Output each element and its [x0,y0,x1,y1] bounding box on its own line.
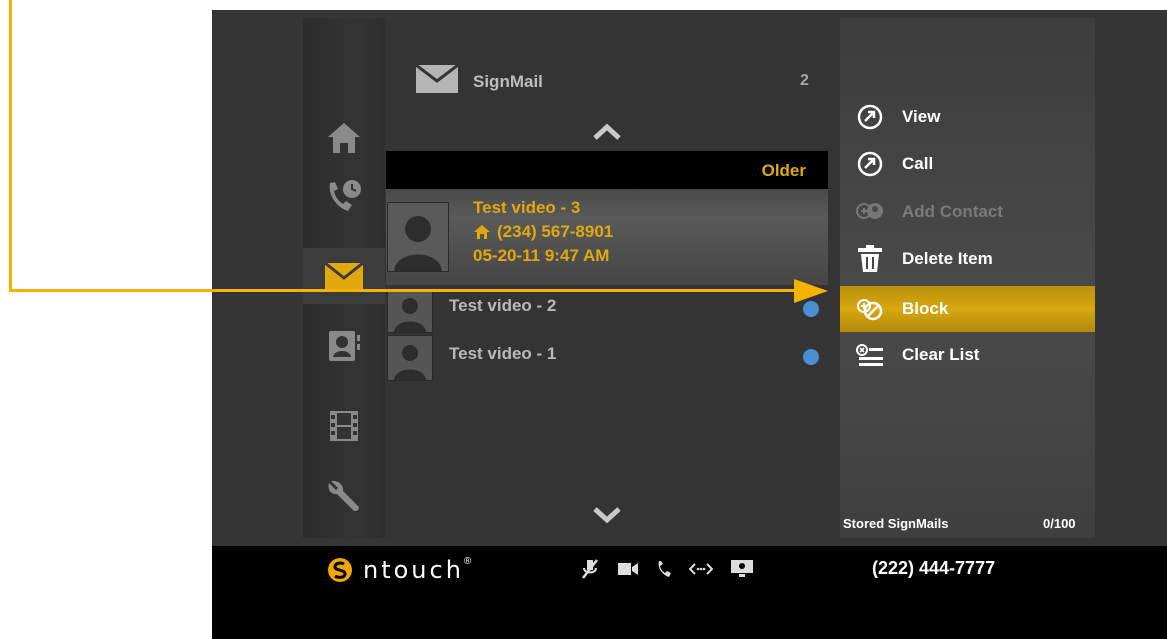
clear-list-icon [852,340,888,370]
display-icon [731,560,753,577]
unread-indicator-icon [803,349,819,365]
selected-item-phone-row: (234) 567-8901 [473,222,613,242]
network-icon [689,563,713,575]
menu-item-view[interactable]: View [840,94,1095,140]
block-icon [852,294,888,324]
contact-avatar [387,335,433,381]
stored-signmails-count: 0/100 [1043,516,1076,531]
brand-logo: ntouch ® [327,556,471,584]
add-contact-icon [852,197,888,227]
mic-muted-icon [582,559,598,579]
callout-line-vertical [9,0,12,292]
video-camera-icon [618,563,638,575]
stored-signmails-label: Stored SignMails [843,516,949,531]
arrow-circle-icon [852,149,888,179]
menu-item-label: View [902,107,941,126]
call-history-icon[interactable] [303,168,385,224]
selected-item-datetime: 05-20-11 9:47 AM [473,246,610,265]
scroll-up-chevron-icon[interactable] [592,123,622,146]
unread-indicator-icon [803,301,819,317]
older-section-header: Older [386,151,828,189]
menu-item-clear-list[interactable]: Clear List [840,332,1095,378]
callout-line-horizontal [9,289,799,292]
brand-name: ntouch [363,556,464,584]
own-phone-number: (222) 444-7777 [872,558,996,578]
home-small-icon [474,225,490,239]
menu-item-block[interactable]: Block [840,286,1095,332]
menu-item-label: Call [902,154,934,173]
home-icon[interactable] [303,110,385,166]
selected-item-phone: (234) 567-8901 [497,222,614,241]
menu-item-label: Clear List [902,345,980,364]
video-center-icon[interactable] [303,398,385,454]
menu-item-label: Add Contact [902,202,1004,221]
contact-avatar [387,289,433,333]
status-icons [580,558,754,580]
list-header-count: 2 [800,72,809,89]
menu-item-add-contact[interactable]: Add Contact [840,189,1095,235]
list-item[interactable]: Test video - 1 [386,333,828,381]
arrow-circle-icon [852,102,888,132]
list-header-title: SignMail [473,72,543,91]
older-label: Older [761,161,806,180]
brand-registered-mark: ® [463,556,472,567]
contacts-icon[interactable] [303,318,385,374]
list-item-label: Test video - 2 [449,296,557,315]
menu-item-delete-item[interactable]: Delete Item [840,236,1095,282]
trash-icon [852,244,888,274]
scroll-down-chevron-icon[interactable] [592,506,622,529]
signmail-envelope-icon [415,63,459,99]
sorenson-logo-icon [328,558,352,582]
contact-avatar [387,202,449,272]
menu-item-label: Block [902,299,949,318]
nav-sidebar [303,18,385,538]
selected-item-name: Test video - 3 [473,198,581,217]
signmail-icon[interactable] [303,248,385,304]
menu-item-call[interactable]: Call [840,141,1095,187]
settings-icon[interactable] [303,468,385,524]
menu-item-label: Delete Item [902,249,993,268]
callout-arrowhead [794,279,828,303]
list-item-label: Test video - 1 [449,344,557,363]
phone-icon [658,561,671,577]
